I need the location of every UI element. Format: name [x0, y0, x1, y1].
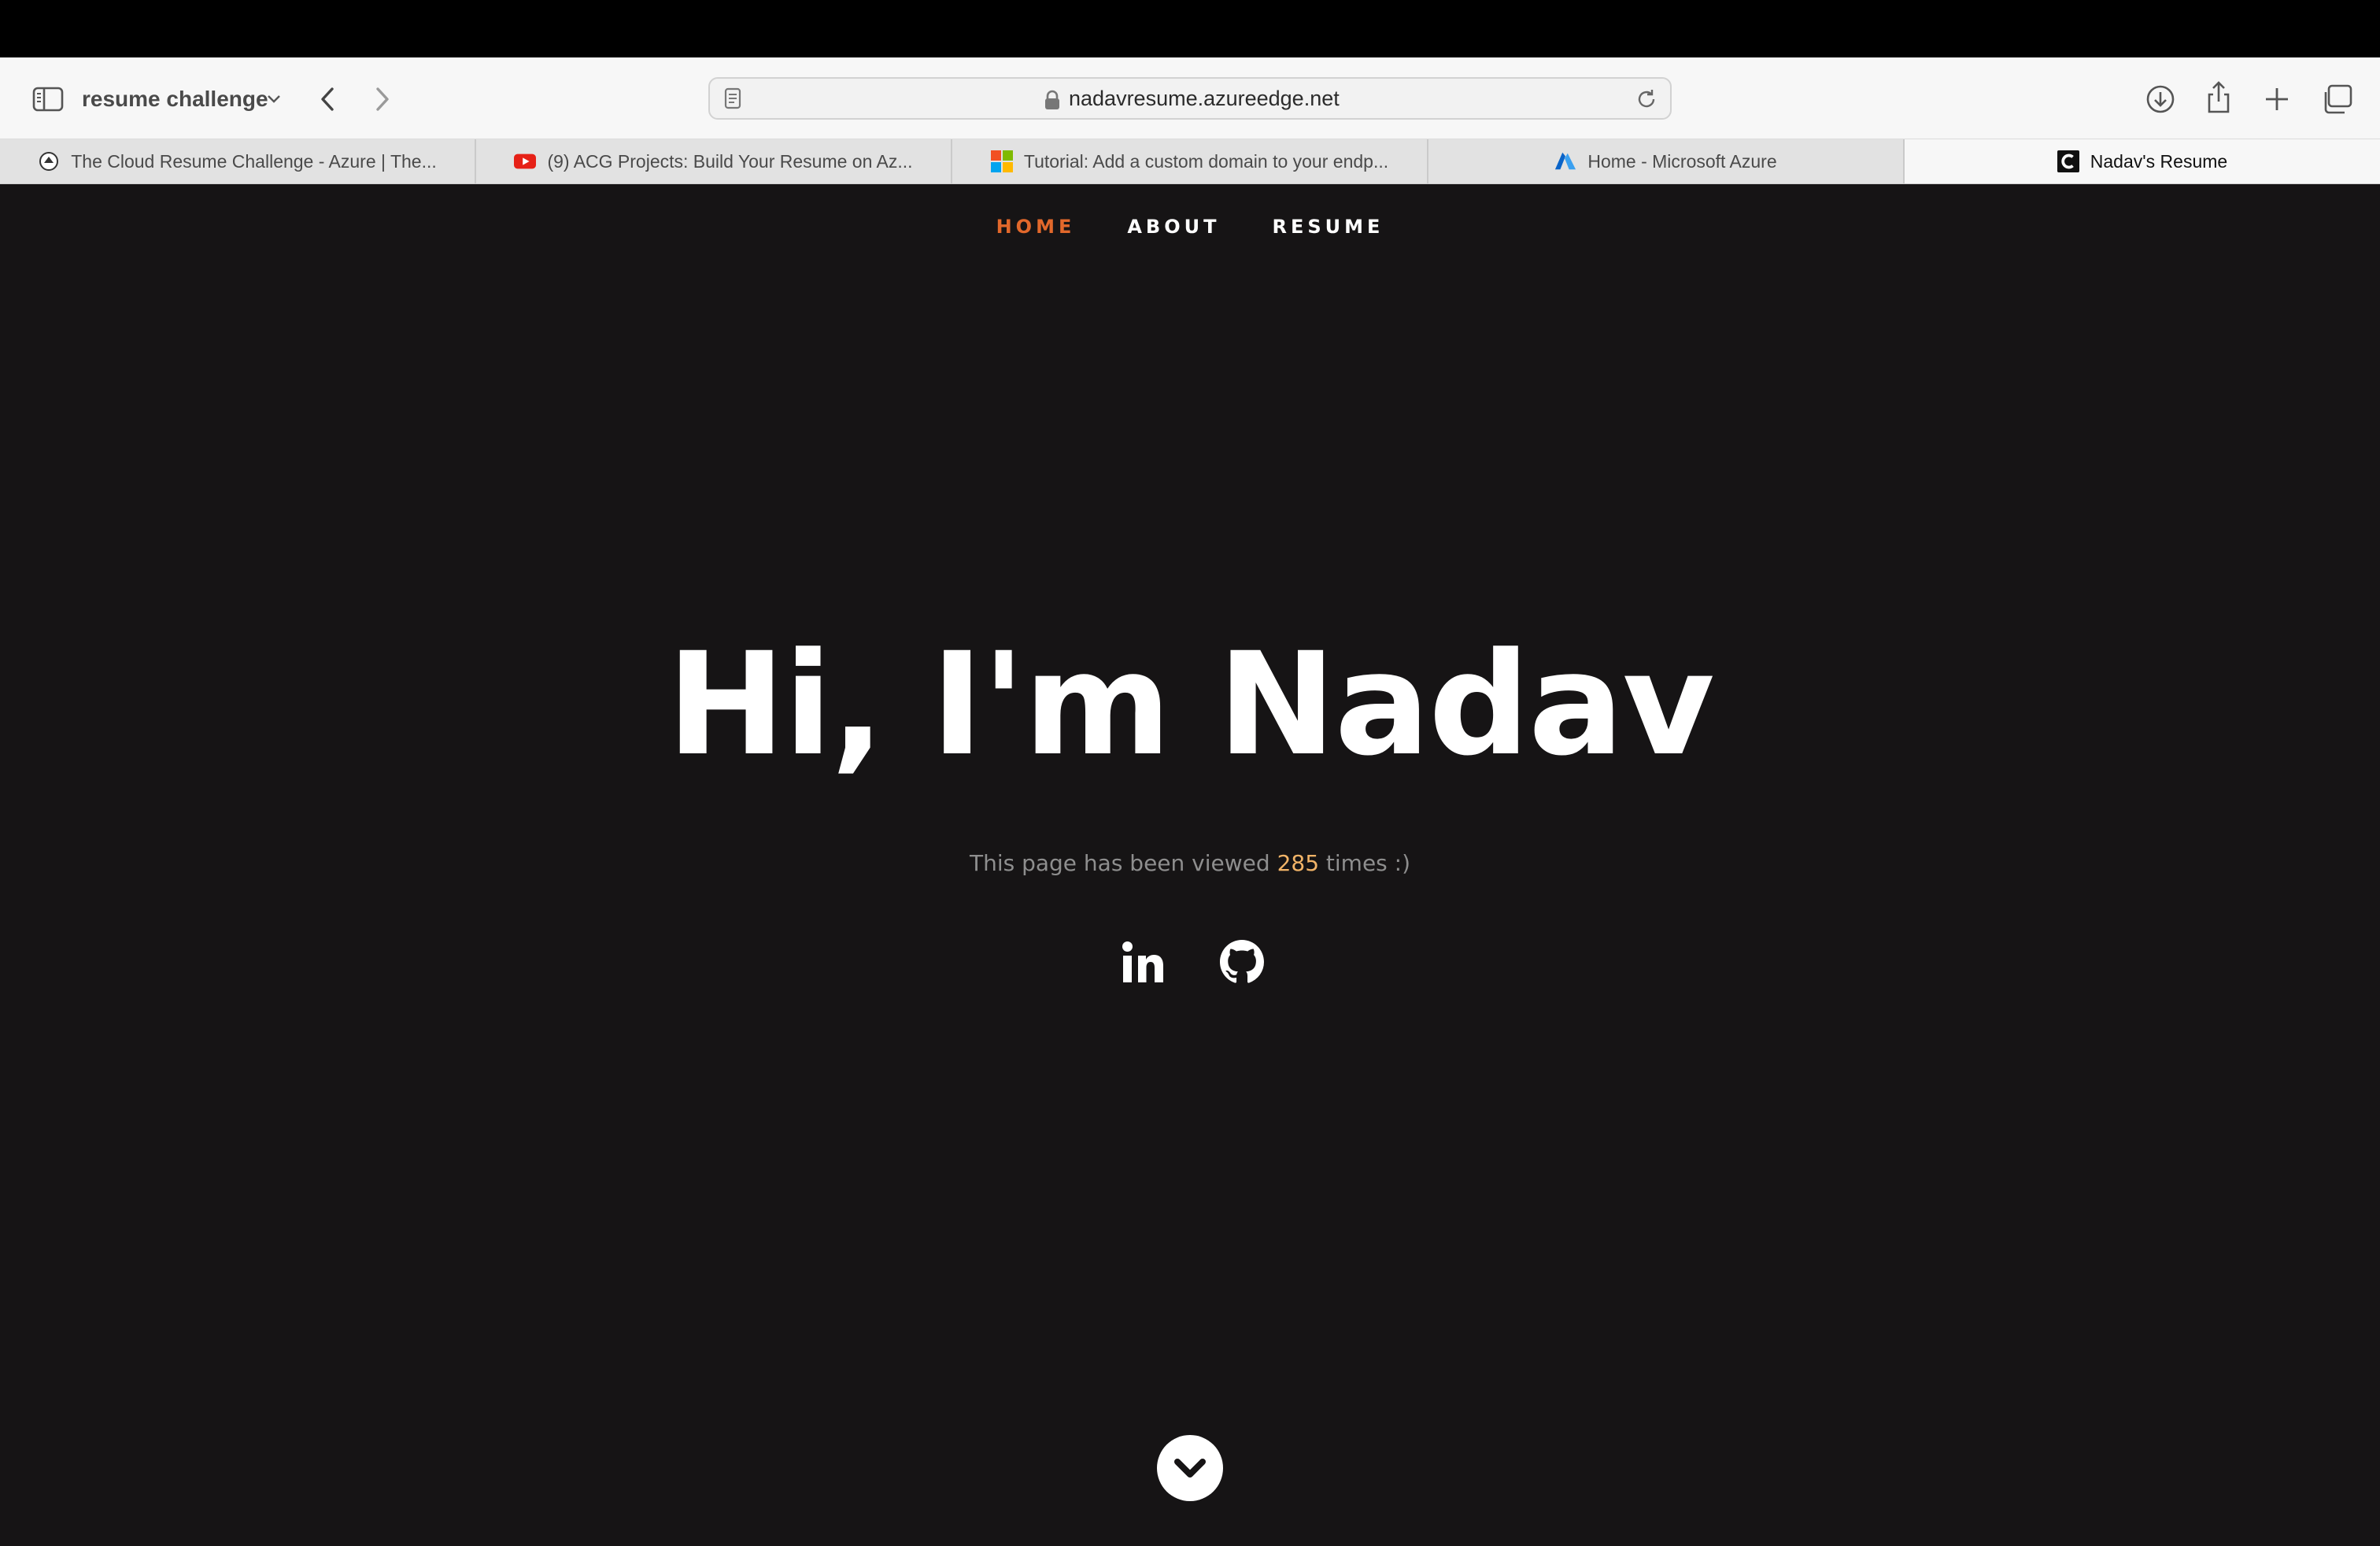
microsoft-favicon-icon [990, 150, 1013, 172]
view-count: 285 [1277, 850, 1320, 876]
site-nav: HOME ABOUT RESUME [0, 209, 2380, 244]
url-text[interactable]: nadavresume.azureedge.net [1069, 79, 1340, 118]
tab-title: Tutorial: Add a custom domain to your en… [1023, 150, 1389, 172]
download-icon[interactable] [2142, 81, 2179, 117]
web-page: HOME ABOUT RESUME Hi, I'm Nadav This pag… [0, 184, 2380, 1546]
tab-title: (9) ACG Projects: Build Your Resume on A… [547, 150, 913, 172]
browser-tab-active[interactable]: Nadav's Resume [1905, 139, 2380, 183]
system-top-bar [0, 0, 2380, 57]
tab-title: The Cloud Resume Challenge - Azure | The… [71, 150, 437, 172]
tab-title: Home - Microsoft Azure [1587, 150, 1777, 172]
reload-icon[interactable] [1634, 87, 1659, 112]
page-menu-icon[interactable] [721, 87, 745, 110]
forward-arrow-icon[interactable] [365, 81, 400, 117]
browser-tab-bar: The Cloud Resume Challenge - Azure | The… [0, 139, 2380, 184]
view-counter: This page has been viewed 285 times :) [0, 850, 2380, 876]
share-icon[interactable] [2201, 78, 2237, 117]
address-bar[interactable]: nadavresume.azureedge.net [708, 77, 1672, 120]
view-counter-prefix: This page has been viewed [969, 850, 1277, 876]
linkedin-icon[interactable] [1118, 937, 1168, 987]
github-icon[interactable] [1217, 937, 1267, 987]
browser-tab[interactable]: The Cloud Resume Challenge - Azure | The… [0, 139, 476, 183]
lock-icon [1044, 90, 1061, 110]
sidebar-toggle-icon[interactable] [30, 81, 66, 117]
view-counter-suffix: times :) [1319, 850, 1411, 876]
chevron-down-icon [1174, 1459, 1206, 1478]
browser-toolbar: resume challenge nadavresume.azureedge.n… [0, 57, 2380, 139]
tab-overview-icon[interactable] [2317, 81, 2356, 117]
browser-tab[interactable]: Home - Microsoft Azure [1428, 139, 1905, 183]
scroll-down-button[interactable] [1157, 1435, 1223, 1501]
chevron-down-icon[interactable] [263, 88, 285, 110]
hero-title: Hi, I'm Nadav [667, 623, 1714, 787]
nav-home-link[interactable]: HOME [996, 209, 1076, 244]
browser-tab[interactable]: Tutorial: Add a custom domain to your en… [952, 139, 1428, 183]
resume-favicon-icon [2057, 150, 2079, 172]
azure-favicon-icon [1554, 150, 1576, 172]
tab-title: Nadav's Resume [2090, 150, 2228, 172]
browser-tab[interactable]: (9) ACG Projects: Build Your Resume on A… [476, 139, 952, 183]
new-tab-plus-icon[interactable] [2259, 81, 2295, 117]
cloud-resume-favicon-icon [38, 150, 60, 172]
back-arrow-icon[interactable] [310, 81, 345, 117]
nav-about-link[interactable]: ABOUT [1127, 209, 1220, 244]
tab-group-label[interactable]: resume challenge [82, 83, 268, 115]
youtube-favicon-icon [514, 150, 537, 172]
nav-resume-link[interactable]: RESUME [1272, 209, 1384, 244]
